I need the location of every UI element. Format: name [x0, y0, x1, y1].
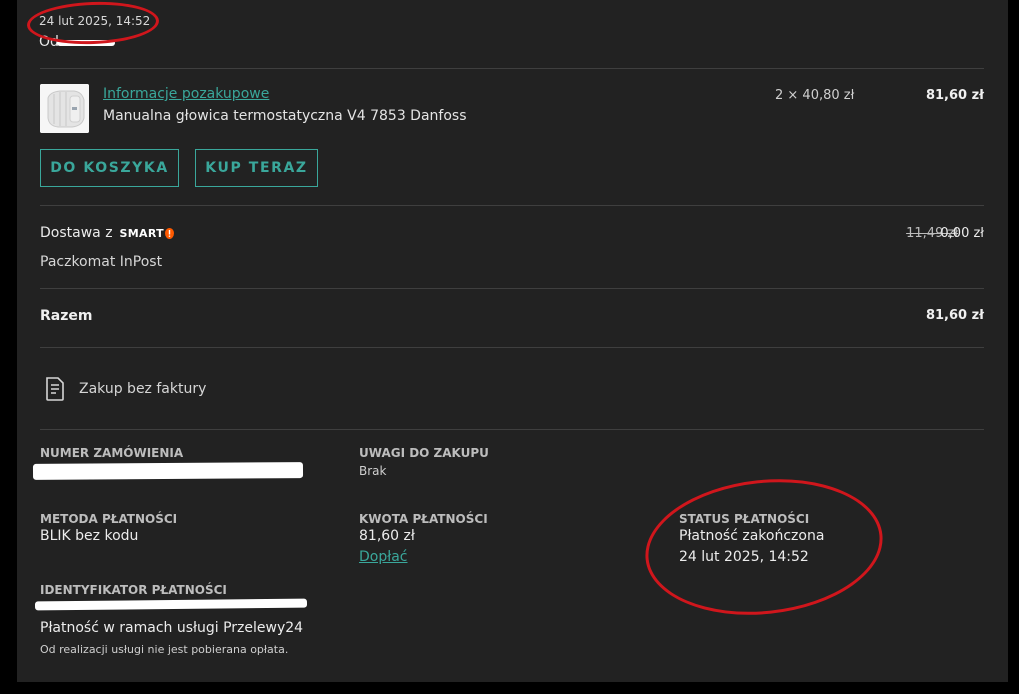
total-value: 81,60 zł [925, 308, 984, 323]
payment-status-value: Płatność zakończona [679, 528, 825, 544]
notes-label: UWAGI DO ZAKUPU [359, 446, 489, 460]
payment-method-label: METODA PŁATNOŚCI [40, 512, 178, 526]
delivery-row: Dostawa z SMART [40, 225, 174, 241]
invoice-row: Zakup bez faktury [45, 377, 206, 401]
smart-badge: SMART [120, 227, 174, 240]
document-icon [45, 377, 65, 401]
invoice-label: Zakup bez faktury [79, 381, 207, 397]
redaction-payment-id [34, 598, 308, 611]
payment-method-value: BLIK bez kodu [40, 528, 139, 544]
total-label: Razem [40, 308, 93, 324]
notes-value: Brak [359, 464, 387, 478]
after-sale-info-link[interactable]: Informacje pozakupowe [103, 86, 269, 102]
divider [40, 205, 984, 206]
product-price: 81,60 zł [925, 88, 984, 103]
add-to-cart-button[interactable]: DO KOSZYKA [40, 149, 179, 187]
redaction-order-number [32, 462, 304, 480]
payment-service: Płatność w ramach usługi Przelewy24 [40, 620, 304, 636]
payment-fee-note: Od realizacji usługi nie jest pobierana … [40, 643, 289, 656]
payment-amount-label: KWOTA PŁATNOŚCI [359, 512, 488, 526]
delivery-label: Dostawa z [40, 225, 113, 241]
divider [40, 429, 984, 430]
payment-status-date: 24 lut 2025, 14:52 [679, 549, 809, 565]
delivery-method: Paczkomat InPost [40, 254, 163, 270]
delivery-price: 0,00 zł [940, 226, 984, 241]
divider [40, 288, 984, 289]
payment-status-label: STATUS PŁATNOŚCI [679, 512, 810, 526]
payment-amount-value: 81,60 zł [359, 528, 415, 544]
payment-id-label: IDENTYFIKATOR PŁATNOŚCI [40, 583, 227, 597]
seller-line: Od [39, 34, 59, 50]
divider [40, 347, 984, 348]
order-details-panel: 24 lut 2025, 14:52 Od Informacje pozakup… [17, 0, 1008, 682]
seller-prefix: Od [39, 34, 59, 50]
thermostat-head-icon [40, 84, 89, 133]
redaction-seller [57, 40, 115, 46]
product-quantity: 2 × 40,80 zł [775, 88, 855, 103]
top-up-link[interactable]: Dopłać [359, 549, 408, 565]
smart-label: SMART [119, 226, 164, 240]
order-number-label: NUMER ZAMÓWIENIA [40, 446, 184, 460]
order-date: 24 lut 2025, 14:52 [39, 14, 151, 28]
divider [40, 68, 984, 69]
buy-now-button[interactable]: KUP TERAZ [195, 149, 318, 187]
product-name: Manualna głowica termostatyczna V4 7853 … [103, 108, 467, 124]
product-thumbnail[interactable] [40, 84, 89, 133]
smart-logo-icon [164, 227, 174, 239]
